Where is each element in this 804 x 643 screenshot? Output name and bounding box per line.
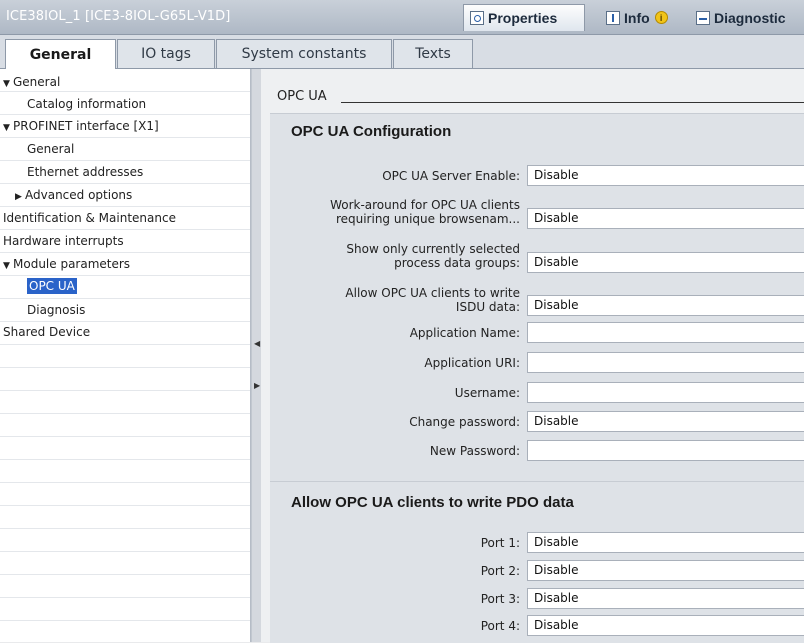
tab-info-label: Info — [624, 9, 650, 26]
tree-item-profinet-interface[interactable]: ▼ PROFINET interface [X1] — [3, 117, 159, 135]
pdo-write-title: Allow OPC UA clients to write PDO data — [291, 494, 574, 511]
navigation-tree: ▼ General Catalog information ▼ PROFINET i… — [0, 69, 251, 642]
server-enable-label: OPC UA Server Enable: — [382, 169, 520, 183]
port-4-select[interactable]: Disable — [527, 615, 804, 636]
unique-browsename-label: Work-around for OPC UA clients requiring… — [330, 198, 520, 226]
username-label: Username: — [454, 386, 520, 400]
sub-tab-strip: General IO tags System constants Texts — [0, 35, 804, 69]
opc-ua-configuration-title: OPC UA Configuration — [291, 123, 452, 140]
window-title: ICE38IOL_1 [ICE3-8IOL-G65L-V1D] — [6, 9, 231, 24]
port-1-label: Port 1: — [480, 536, 520, 550]
tree-item-advanced-options[interactable]: ▶ Advanced options — [15, 186, 132, 204]
port-4-label: Port 4: — [480, 619, 520, 633]
collapse-left-icon[interactable]: ◀ — [254, 339, 260, 348]
port-3-label: Port 3: — [480, 592, 520, 606]
port-2-label: Port 2: — [480, 564, 520, 578]
tree-item-ethernet-addresses[interactable]: Ethernet addresses — [27, 163, 143, 181]
tree-item-module-parameters[interactable]: ▼ Module parameters — [3, 255, 130, 273]
info-badge-icon: i — [654, 11, 668, 24]
application-uri-label: Application URI: — [424, 356, 520, 370]
tab-system-constants[interactable]: System constants — [216, 39, 392, 68]
server-enable-select[interactable]: Disable — [527, 165, 804, 186]
info-icon — [606, 10, 620, 25]
application-name-input[interactable] — [527, 322, 804, 343]
expand-arrow-icon[interactable]: ▼ — [3, 257, 13, 275]
tree-item-catalog-information[interactable]: Catalog information — [27, 95, 146, 113]
tab-properties-label: Properties — [488, 10, 558, 26]
tree-item-general[interactable]: ▼ General — [3, 73, 60, 91]
unique-browsename-select[interactable]: Disable — [527, 208, 804, 229]
diagnostics-icon — [696, 10, 710, 25]
application-uri-input[interactable] — [527, 352, 804, 373]
tab-diagnostics-label: Diagnostic — [714, 9, 786, 26]
application-name-label: Application Name: — [409, 326, 520, 340]
tab-diagnostics[interactable]: Diagnostic — [690, 4, 804, 31]
port-3-select[interactable]: Disable — [527, 588, 804, 609]
collapse-arrow-icon[interactable]: ▶ — [15, 188, 25, 206]
process-data-groups-select[interactable]: Disable — [527, 252, 804, 273]
port-1-select[interactable]: Disable — [527, 532, 804, 553]
opc-ua-configuration-panel: OPC UA Configuration OPC UA Server Enabl… — [270, 113, 804, 486]
isdu-data-select[interactable]: Disable — [527, 295, 804, 316]
expand-right-icon[interactable]: ▶ — [254, 381, 260, 390]
tab-general[interactable]: General — [5, 39, 116, 69]
properties-icon — [470, 11, 484, 25]
new-password-label: New Password: — [429, 444, 520, 458]
pdo-write-panel: Allow OPC UA clients to write PDO data P… — [270, 481, 804, 643]
change-password-select[interactable]: Disable — [527, 411, 804, 432]
tree-item-hardware-interrupts[interactable]: Hardware interrupts — [3, 232, 124, 250]
tree-item-opc-ua[interactable]: OPC UA — [27, 277, 77, 295]
tree-item-diagnosis[interactable]: Diagnosis — [27, 301, 85, 319]
expand-arrow-icon[interactable]: ▼ — [3, 119, 13, 137]
tree-item-identification-maintenance[interactable]: Identification & Maintenance — [3, 209, 176, 227]
process-data-groups-label: Show only currently selected process dat… — [346, 242, 520, 270]
inspector-title-bar: ICE38IOL_1 [ICE3-8IOL-G65L-V1D] Properti… — [0, 0, 804, 35]
username-input[interactable] — [527, 382, 804, 403]
section-divider — [341, 102, 804, 103]
port-2-select[interactable]: Disable — [527, 560, 804, 581]
expand-arrow-icon[interactable]: ▼ — [3, 75, 13, 93]
tab-texts[interactable]: Texts — [393, 39, 473, 68]
change-password-label: Change password: — [409, 415, 520, 429]
tab-properties[interactable]: Properties — [463, 4, 585, 31]
tab-info[interactable]: Info i — [600, 4, 690, 31]
isdu-data-label: Allow OPC UA clients to write ISDU data: — [345, 286, 520, 314]
tree-item-profinet-general[interactable]: General — [27, 140, 74, 158]
properties-content: OPC UA OPC UA Configuration OPC UA Serve… — [261, 69, 804, 643]
section-heading: OPC UA — [277, 89, 327, 104]
tab-io-tags[interactable]: IO tags — [117, 39, 215, 68]
new-password-input[interactable] — [527, 440, 804, 461]
tree-item-shared-device[interactable]: Shared Device — [3, 323, 90, 341]
